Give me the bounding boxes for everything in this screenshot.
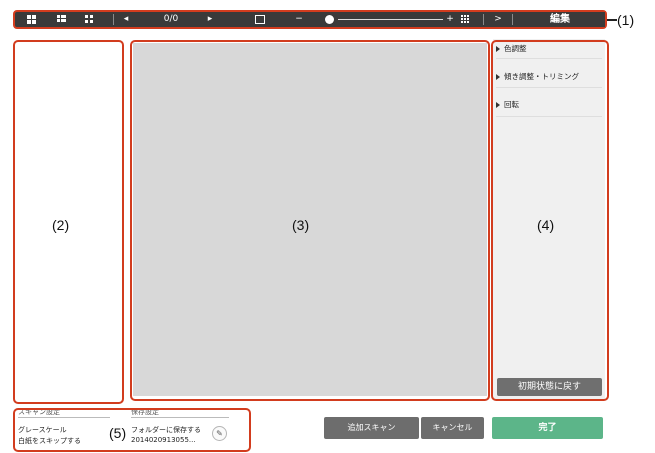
callout-outline-preview <box>130 40 490 401</box>
callout-thumbnails: (2) <box>52 217 70 233</box>
callout-edit-panel: (4) <box>537 217 555 233</box>
view-large-grid-icon[interactable] <box>25 12 39 27</box>
done-button[interactable]: 完了 <box>492 417 603 439</box>
toolbar-divider <box>483 14 484 25</box>
toolbar-divider <box>113 14 114 25</box>
expand-panel-button[interactable]: > <box>487 12 509 27</box>
zoom-slider-thumb[interactable] <box>325 15 334 24</box>
zoom-grid-icon[interactable] <box>459 12 473 27</box>
page-counter: 0/0 <box>163 14 179 24</box>
add-scan-button[interactable]: 追加スキャン <box>324 417 419 439</box>
edit-tab[interactable]: 編集 <box>515 12 605 27</box>
callout-leader-line <box>607 19 617 21</box>
zoom-slider-track[interactable] <box>338 19 443 20</box>
view-small-grid-icon[interactable] <box>83 12 97 27</box>
callout-toolbar: (1) <box>617 12 635 28</box>
fit-to-window-icon[interactable] <box>253 12 267 27</box>
toolbar: ◂ 0/0 ▸ − + > 編集 <box>13 10 607 29</box>
callout-outline-settings <box>13 408 251 452</box>
next-page-button[interactable]: ▸ <box>203 12 217 27</box>
callout-preview: (3) <box>292 217 310 233</box>
callout-settings: (5) <box>108 425 128 441</box>
zoom-in-button[interactable]: + <box>443 12 457 27</box>
zoom-out-button[interactable]: − <box>292 12 306 27</box>
previous-page-button[interactable]: ◂ <box>119 12 133 27</box>
toolbar-divider <box>512 14 513 25</box>
view-medium-grid-icon[interactable] <box>55 12 69 27</box>
cancel-button[interactable]: キャンセル <box>421 417 484 439</box>
